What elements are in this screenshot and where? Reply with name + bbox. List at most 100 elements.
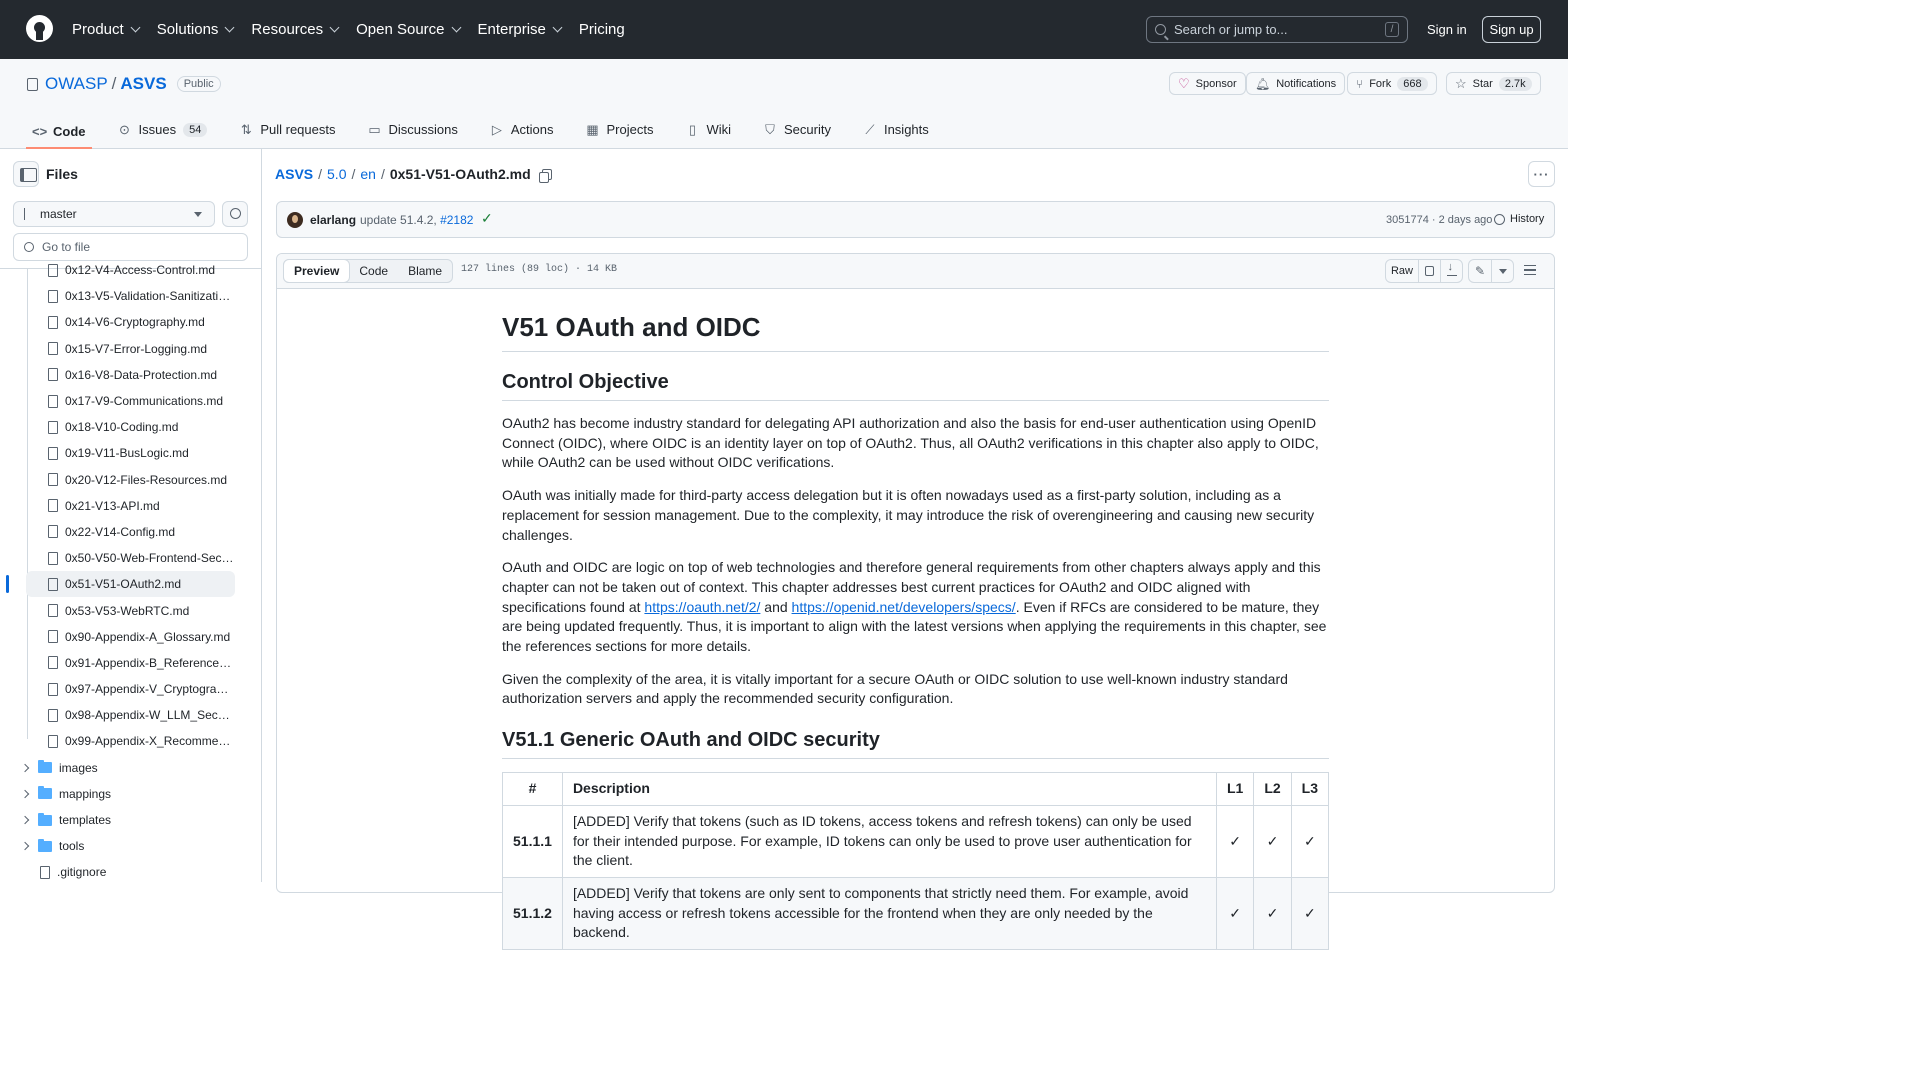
nav-resources[interactable]: Resources (251, 21, 342, 38)
tree-item-file[interactable]: .gitignore (0, 859, 261, 882)
search-icon (24, 242, 34, 252)
tree-item-label: 0x53-V53-WebRTC.md (65, 603, 190, 618)
tree-item-file[interactable]: 0x22-V14-Config.md (0, 519, 261, 545)
tab-actions[interactable]: ▷ Actions (484, 116, 560, 143)
tree-item-label: 0x12-V4-Access-Control.md (65, 263, 216, 278)
table-header: L1 (1215, 772, 1255, 806)
check-icon[interactable]: ✓ (481, 210, 493, 227)
repo-tabs: <> Code ⊙ Issues 54 ⇅ Pull requests ▭ Discuss… (26, 116, 935, 149)
file-icon (48, 368, 58, 382)
tree-item-file[interactable]: 0x90-Appendix-A_Glossary.md (0, 624, 261, 650)
tree-item-label: images (59, 760, 98, 775)
tree-item-file[interactable]: 0x50-V50-Web-Frontend-Security.md (0, 545, 261, 571)
tree-item-file[interactable]: 0x98-Appendix-W_LLM_Security.md (0, 702, 261, 728)
branch-selector[interactable]: master (13, 201, 215, 227)
openid-spec-link[interactable]: https://openid.net/developers/specs/ (792, 599, 1016, 615)
tree-item-file[interactable]: 0x99-Appendix-X_Recommendations.md (0, 728, 261, 754)
tree-item-selected[interactable]: 0x51-V51-OAuth2.md (6, 571, 235, 598)
tab-pull-requests[interactable]: ⇅ Pull requests (233, 116, 341, 143)
tab-projects[interactable]: ▦ Projects (579, 116, 659, 143)
download-icon (1446, 261, 1457, 276)
history-icon (1494, 213, 1505, 225)
tree-item-label: 0x16-V8-Data-Protection.md (65, 367, 218, 382)
nav-solutions[interactable]: Solutions (157, 21, 238, 38)
tab-insights[interactable]: ⟋ Insights (857, 116, 935, 143)
commit-pr-link[interactable]: #2182 (440, 213, 473, 227)
tree-item-label: templates (59, 813, 112, 828)
tree-item-folder[interactable]: tools (0, 833, 261, 859)
commit-author[interactable]: elarlang (310, 213, 356, 227)
req-description: [ADDED] Verify that tokens (such as ID t… (561, 804, 1217, 878)
tab-security[interactable]: ⛉ Security (757, 116, 837, 143)
branch-icon (24, 208, 32, 220)
file-icon (48, 446, 58, 460)
tree-item-file[interactable]: 0x14-V6-Cryptography.md (0, 309, 261, 335)
tree-item-folder[interactable]: templates (0, 807, 261, 833)
tab-code[interactable]: <> Code (26, 116, 92, 149)
sponsor-button[interactable]: ♡ Sponsor (1169, 72, 1246, 95)
file-icon (48, 420, 58, 434)
repo-owner-link[interactable]: OWASP (45, 74, 108, 94)
tree-item-file[interactable]: 0x18-V10-Coding.md (0, 414, 261, 440)
tree-item-file[interactable]: 0x17-V9-Communications.md (0, 388, 261, 414)
tab-issues[interactable]: ⊙ Issues 54 (112, 116, 214, 143)
nav-product[interactable]: Product (72, 21, 143, 38)
tree-item-file[interactable]: 0x16-V8-Data-Protection.md (0, 362, 261, 388)
file-toolbar: Preview Code Blame 127 lines (89 loc) · … (277, 254, 1554, 289)
preview-tab[interactable]: Preview (283, 259, 351, 283)
tab-wiki[interactable]: ▯ Wiki (679, 116, 737, 143)
breadcrumb-5-0[interactable]: 5.0 (327, 166, 346, 182)
outline-list-icon[interactable] (1524, 265, 1536, 275)
table-row: 51.1.1 [ADDED] Verify that tokens (such … (502, 804, 1330, 878)
fork-button[interactable]: ⑂ Fork 668 (1347, 72, 1437, 95)
chevron-down-icon (451, 22, 461, 33)
sign-in-link[interactable]: Sign in (1427, 22, 1467, 37)
tree-item-label: 0x91-Appendix-B_References.md (65, 655, 235, 670)
tree-item-file[interactable]: 0x20-V12-Files-Resources.md (0, 467, 261, 493)
nav-enterprise[interactable]: Enterprise (478, 21, 565, 38)
repo-name-link[interactable]: ASVS (120, 74, 166, 94)
tree-item-file[interactable]: 0x97-Appendix-V_Cryptography.md (0, 676, 261, 702)
tab-discussions[interactable]: ▭ Discussions (361, 116, 463, 143)
tree-item-label: 0x98-Appendix-W_LLM_Security.md (65, 708, 235, 723)
chevron-down-icon (552, 22, 563, 33)
notifications-button[interactable]: 🔔︎ Notifications (1246, 72, 1346, 95)
download-button[interactable] (1440, 260, 1462, 282)
tree-item-file[interactable]: 0x12-V4-Access-Control.md (0, 257, 261, 283)
history-button[interactable]: History (1494, 213, 1544, 225)
breadcrumb-en[interactable]: en (360, 166, 376, 182)
oauth-spec-link[interactable]: https://oauth.net/2/ (644, 599, 760, 615)
copy-path-icon[interactable] (538, 168, 552, 183)
tree-item-label: mappings (59, 786, 112, 801)
file-icon (48, 263, 58, 277)
search-icon[interactable] (222, 201, 248, 227)
code-tab[interactable]: Code (349, 260, 398, 282)
doc-title: V51 OAuth and OIDC (502, 312, 1329, 352)
global-search-input[interactable]: Search or jump to... / (1146, 16, 1408, 43)
blame-tab[interactable]: Blame (398, 260, 452, 282)
breadcrumb-root[interactable]: ASVS (275, 166, 313, 182)
tree-item-folder[interactable]: images (0, 755, 261, 781)
tree-item-file[interactable]: 0x53-V53-WebRTC.md (0, 597, 261, 623)
tree-item-file[interactable]: 0x19-V11-BusLogic.md (0, 440, 261, 466)
commit-hash-time[interactable]: 3051774 · 2 days ago (1386, 214, 1492, 226)
more-options-icon[interactable]: ··· (1528, 161, 1555, 187)
copy-raw-button[interactable] (1418, 260, 1440, 282)
avatar[interactable] (287, 212, 303, 228)
raw-button[interactable]: Raw (1386, 260, 1418, 282)
tree-item-file[interactable]: 0x91-Appendix-B_References.md (0, 650, 261, 676)
nav-open-source[interactable]: Open Source (356, 21, 463, 38)
edit-dropdown-button[interactable] (1491, 260, 1513, 282)
sign-up-button[interactable]: Sign up (1482, 16, 1541, 43)
nav-pricing[interactable]: Pricing (579, 21, 625, 38)
tree-item-folder[interactable]: mappings (0, 781, 261, 807)
tree-item-file[interactable]: 0x15-V7-Error-Logging.md (0, 336, 261, 362)
edit-button[interactable]: ✎ (1469, 260, 1491, 282)
collapse-sidebar-icon[interactable] (13, 161, 39, 187)
tree-item-file[interactable]: 0x21-V13-API.md (0, 493, 261, 519)
github-logo-icon[interactable] (26, 15, 53, 42)
tree-item-file[interactable]: 0x13-V5-Validation-Sanitization-and-Enco… (0, 283, 261, 309)
breadcrumb-current-file: 0x51-V51-OAuth2.md (389, 166, 531, 182)
star-button[interactable]: ☆ Star 2.7k (1446, 72, 1541, 95)
table-icon: ▦ (586, 121, 599, 137)
